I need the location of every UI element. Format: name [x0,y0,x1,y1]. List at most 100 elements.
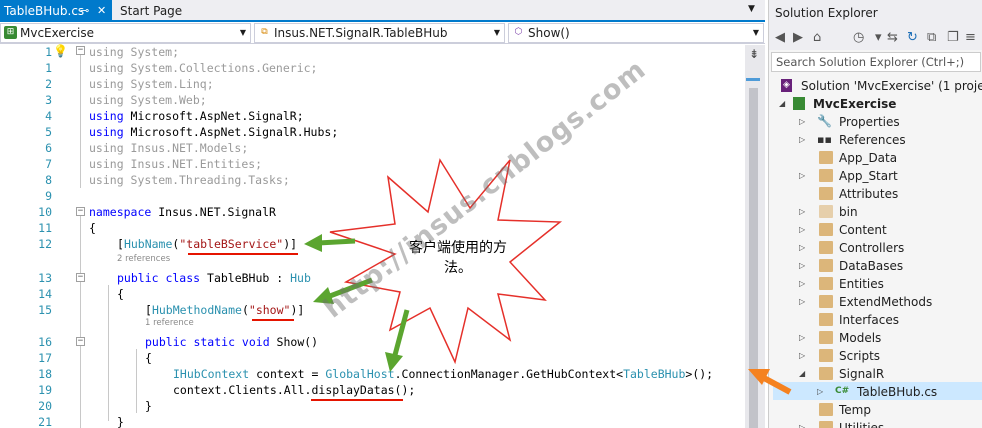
tree-item-scripts[interactable]: ▷ Scripts [777,347,982,365]
line-number: 6 [45,141,52,155]
line-number: 17 [38,351,52,365]
tab-dropdown-icon[interactable]: ▼ [748,4,755,14]
tree-label: TableBHub.cs [857,385,938,399]
collapsed-arrow-icon[interactable]: ▷ [799,203,809,221]
code-text: .ConnectionManager.GetHubContext< [394,367,624,381]
lightbulb-icon[interactable]: 💡 [53,44,68,58]
indent-guide [136,349,137,413]
code-line: public static void Show() [145,335,318,349]
code-line: { [145,351,152,365]
sync-icon[interactable]: ⇆ [887,30,898,46]
tab-tablebhub[interactable]: TableBHub.cs ⊸ ✕ [0,0,112,22]
tree-label: Content [839,223,887,237]
indent-guide [80,53,81,188]
collapsed-arrow-icon[interactable]: ▷ [799,329,809,347]
tab-start-page[interactable]: Start Page [116,0,226,22]
code-line: using System.Threading.Tasks; [89,173,290,187]
tree-label: DataBases [839,259,904,273]
tree-item-attributes[interactable]: Attributes [777,185,982,203]
collapse-icon[interactable]: − [76,207,85,216]
tree-item-utilities[interactable]: ▷ Utilities [777,419,982,428]
collapsed-arrow-icon[interactable]: ▷ [799,419,809,428]
tree-item-app-start[interactable]: ▷ App_Start [777,167,982,185]
split-window-icon[interactable]: ⇟ [749,47,759,61]
code-area[interactable]: 1 1 2 3 4 5 6 7 8 9 10 11 12 13 14 15 16… [0,44,745,428]
collapsed-arrow-icon[interactable]: ▷ [799,221,809,239]
collapsed-arrow-icon[interactable]: ▷ [799,239,809,257]
tree-item-signalr[interactable]: ◢ SignalR [777,365,982,383]
line-number: 2 [45,77,52,91]
tree-item-bin[interactable]: ▷ bin [777,203,982,221]
collapsed-arrow-icon[interactable]: ▷ [799,275,809,293]
tree-item-tablebhub[interactable]: ▷ C# TableBHub.cs [777,383,982,401]
collapse-icon[interactable]: − [76,46,85,55]
home-icon[interactable]: ⌂ [813,30,821,46]
folder-icon [819,169,833,182]
tree-item-interfaces[interactable]: Interfaces [777,311,982,329]
keyword: using [89,109,124,123]
properties-icon[interactable]: ≡ [965,30,976,46]
tree-item-temp[interactable]: Temp [777,401,982,419]
tree-item-app-data[interactable]: App_Data [777,149,982,167]
line-number: 11 [38,221,52,235]
wrench-icon: 🔧 [817,114,832,128]
tree-label: App_Start [839,169,898,183]
collapse-all-icon[interactable]: ⧉ [927,30,936,46]
collapsed-arrow-icon[interactable]: ▷ [799,347,809,365]
member-dropdown[interactable]: ⬡ Show() ▼ [508,23,764,43]
folder-icon [819,295,833,308]
code-line: context.Clients.All.displayDatas(); [173,383,416,397]
collapsed-arrow-icon[interactable]: ▷ [799,257,809,275]
type-name: HubName [123,237,173,251]
code-text: TableBHub : [200,271,291,285]
history-icon[interactable]: ◷ [853,30,864,46]
collapsed-arrow-icon[interactable]: ▷ [799,113,809,131]
collapsed-arrow-icon[interactable]: ▷ [799,293,809,311]
codelens-references[interactable]: 2 references [117,254,170,264]
tree-item-extendmethods[interactable]: ▷ ExtendMethods [777,293,982,311]
tree-solution[interactable]: ◈ Solution 'MvcExercise' (1 project) [777,77,982,95]
chevron-down-icon[interactable]: ▾ [875,30,882,46]
tree-item-models[interactable]: ▷ Models [777,329,982,347]
collapsed-arrow-icon[interactable]: ▷ [817,383,827,401]
tree-item-references[interactable]: ▷ ▪▪ References [777,131,982,149]
tree-label: Scripts [839,349,881,363]
pin-icon[interactable]: ⊸ [80,0,89,22]
tree-item-content[interactable]: ▷ Content [777,221,982,239]
solution-search-input[interactable]: Search Solution Explorer (Ctrl+;) [771,52,981,72]
tree-label: Controllers [839,241,905,255]
forward-icon[interactable]: ▶ [793,30,803,46]
expanded-arrow-icon[interactable]: ◢ [779,95,789,113]
tree-item-properties[interactable]: ▷ 🔧 Properties [777,113,982,131]
collapse-icon[interactable]: − [76,337,85,346]
tree-item-entities[interactable]: ▷ Entities [777,275,982,293]
expanded-arrow-icon[interactable]: ◢ [799,365,809,383]
code-line: public class TableBHub : Hub [117,271,311,285]
tree-item-controllers[interactable]: ▷ Controllers [777,239,982,257]
vs-window: TableBHub.cs ⊸ ✕ Start Page ▼ ⊞ MvcExerc… [0,0,982,428]
back-icon[interactable]: ◀ [775,30,785,46]
show-all-files-icon[interactable]: ❐ [947,30,959,46]
collapse-icon[interactable]: − [76,273,85,282]
method-icon: ⬡ [514,27,523,37]
line-number: 5 [45,125,52,139]
folder-icon [819,403,833,416]
line-number: 14 [38,287,52,301]
scrollbar-thumb[interactable] [749,88,758,428]
project-dropdown[interactable]: ⊞ MvcExercise ▼ [0,23,251,43]
tree-label: SignalR [839,367,885,381]
search-placeholder: Search Solution Explorer (Ctrl+;) [776,55,965,69]
type-name: Hub [290,271,311,285]
collapsed-arrow-icon[interactable]: ▷ [799,131,809,149]
collapsed-arrow-icon[interactable]: ▷ [799,167,809,185]
code-line: [HubMethodName("show")] [145,303,304,317]
refresh-icon[interactable]: ↻ [907,30,918,46]
tree-item-databases[interactable]: ▷ DataBases [777,257,982,275]
class-dropdown[interactable]: ⧉ Insus.NET.SignalR.TableBHub ▼ [254,23,505,43]
codelens-references[interactable]: 1 reference [145,318,194,328]
tree-label: Models [839,331,882,345]
keyword: public static void [145,335,270,349]
code-line: using Microsoft.AspNet.SignalR.Hubs; [89,125,338,139]
close-icon[interactable]: ✕ [97,0,106,22]
tree-project[interactable]: ◢ MvcExercise [777,95,982,113]
